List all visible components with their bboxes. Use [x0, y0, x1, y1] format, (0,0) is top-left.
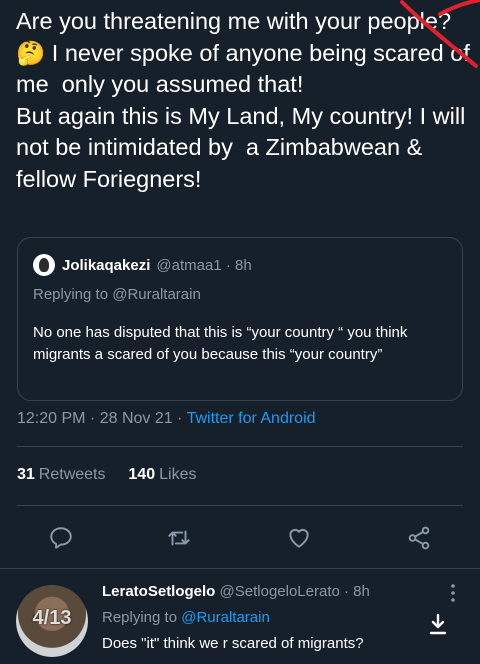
reply-handle-time: @SetlogeloLerato · 8h — [219, 583, 370, 600]
quoted-handle-time: @atmaa1 · 8h — [156, 256, 252, 274]
reply-replying-to: Replying to @Ruraltarain — [102, 609, 270, 626]
quoted-tweet-header: Jolikaqakezi @atmaa1 · 8h — [33, 254, 252, 276]
likes-label: Likes — [159, 466, 197, 483]
replying-handle-link[interactable]: @Ruraltarain — [181, 609, 270, 626]
image-counter: 4/13 — [32, 607, 72, 629]
likes-stat[interactable]: 140 Likes — [128, 466, 196, 483]
quoted-replying-to: Replying to @Ruraltarain — [33, 286, 201, 303]
reply-author-name[interactable]: LeratoSetlogelo — [102, 583, 215, 600]
reply-header: LeratoSetlogelo @SetlogeloLerato · 8h — [102, 583, 370, 600]
quoted-author-name: Jolikaqakezi — [62, 256, 151, 274]
likes-count: 140 — [128, 466, 156, 483]
reply-tweet[interactable]: 4/13 LeratoSetlogelo @SetlogeloLerato · … — [0, 573, 480, 664]
tweet-stats: 31 Retweets 140 Likes — [17, 466, 196, 484]
divider — [17, 446, 463, 447]
retweets-label: Retweets — [38, 466, 106, 483]
retweets-count: 31 — [17, 466, 35, 483]
reply-text: Does "it" think we r scared of migrants? — [102, 635, 364, 652]
more-icon[interactable] — [450, 583, 456, 603]
retweet-icon[interactable] — [166, 525, 192, 551]
tweet-time: 12:20 PM · 28 Nov 21 · — [17, 410, 187, 427]
quoted-tweet-card[interactable]: Jolikaqakezi @atmaa1 · 8h Replying to @R… — [17, 237, 463, 401]
like-icon[interactable] — [286, 525, 312, 551]
red-annotation-mark — [400, 0, 480, 68]
quoted-avatar — [33, 254, 55, 276]
divider — [17, 505, 463, 506]
quoted-tweet-text: No one has disputed that this is “your c… — [33, 324, 408, 363]
share-icon[interactable] — [406, 525, 432, 551]
download-icon[interactable] — [428, 613, 448, 635]
tweet-timestamp-line: 12:20 PM · 28 Nov 21 · Twitter for Andro… — [17, 410, 316, 428]
retweets-stat[interactable]: 31 Retweets — [17, 466, 106, 483]
divider — [0, 568, 480, 569]
reply-icon[interactable] — [48, 525, 74, 551]
replying-prefix: Replying to — [102, 609, 182, 626]
tweet-source-link[interactable]: Twitter for Android — [187, 410, 316, 427]
